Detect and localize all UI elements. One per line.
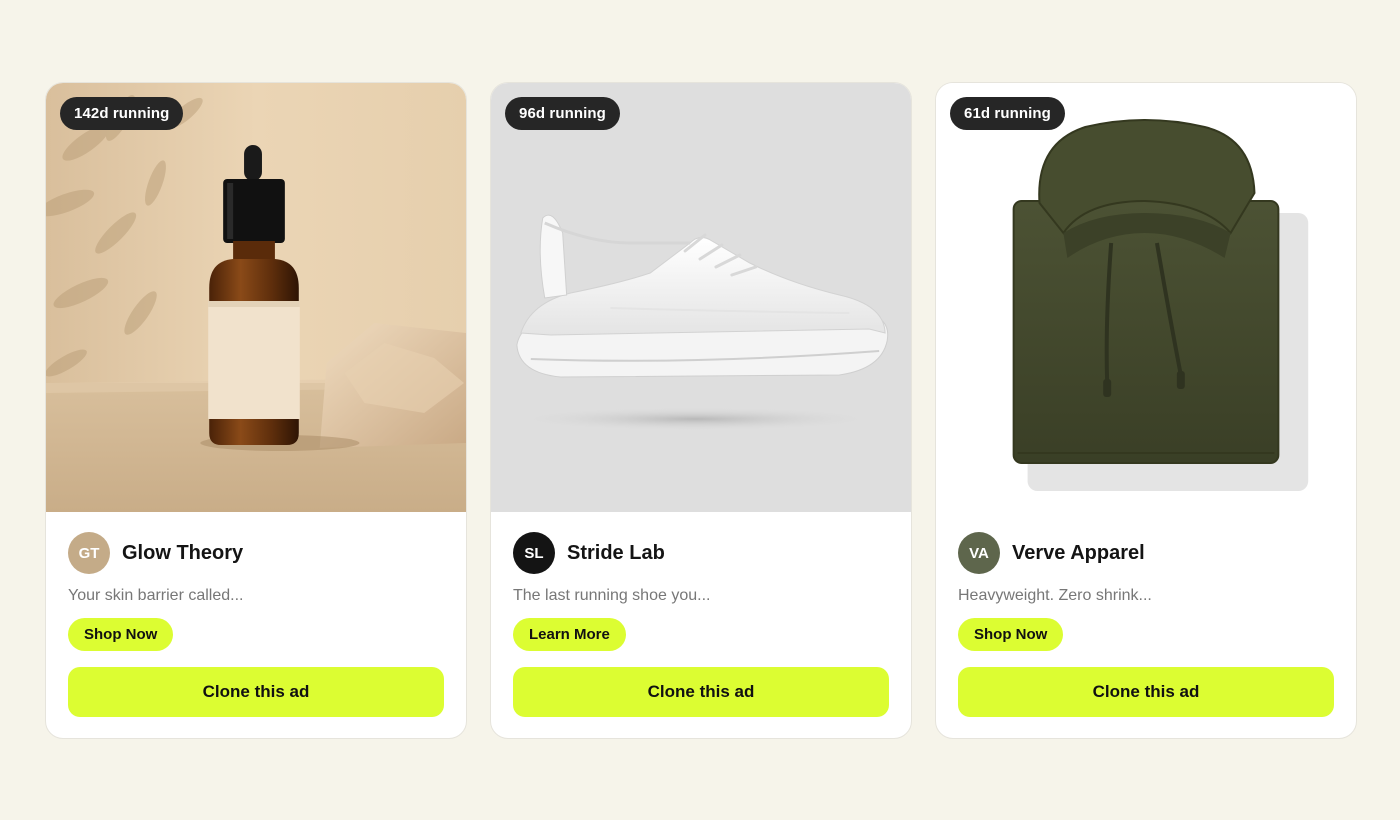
brand-name: Glow Theory xyxy=(122,541,244,564)
ad-card-grid: 142d running GT Glow Theory Your skin ba… xyxy=(45,82,1357,739)
running-days-badge: 61d running xyxy=(950,97,1065,130)
cta-shop-now-button[interactable]: Shop Now xyxy=(68,618,174,651)
running-days-badge: 142d running xyxy=(60,97,184,130)
ad-card-glow-theory[interactable]: 142d running GT Glow Theory Your skin ba… xyxy=(45,82,467,739)
ad-image-folded-hoodie: 61d running xyxy=(936,83,1356,512)
brand-row: GT Glow Theory xyxy=(68,532,444,574)
ad-image-serum-bottle: 142d running xyxy=(46,83,466,512)
ad-description: Heavyweight. Zero shrink... xyxy=(958,587,1152,604)
brand-avatar: SL xyxy=(513,532,555,574)
running-days-badge: 96d running xyxy=(505,97,620,130)
ad-description: Your skin barrier called... xyxy=(68,587,244,604)
cta-learn-more-button[interactable]: Learn More xyxy=(513,618,626,651)
clone-ad-button[interactable]: Clone this ad xyxy=(68,667,444,717)
brand-name: Stride Lab xyxy=(567,541,665,564)
brand-avatar: VA xyxy=(958,532,1000,574)
ad-image-running-shoe: 96d running xyxy=(491,83,911,512)
running-shoe-image xyxy=(491,83,911,512)
clone-ad-button[interactable]: Clone this ad xyxy=(958,667,1334,717)
brand-row: SL Stride Lab xyxy=(513,532,889,574)
clone-ad-button[interactable]: Clone this ad xyxy=(513,667,889,717)
brand-avatar: GT xyxy=(68,532,110,574)
serum-bottle-image xyxy=(46,83,466,512)
ad-description: The last running shoe you... xyxy=(513,587,711,604)
ad-card-stride-lab[interactable]: 96d running SL Stride Lab The last runni… xyxy=(490,82,912,739)
brand-row: VA Verve Apparel xyxy=(958,532,1334,574)
brand-name: Verve Apparel xyxy=(1012,541,1145,564)
ad-card-verve-apparel[interactable]: 61d running VA Verve Apparel Heavyweight… xyxy=(935,82,1357,739)
folded-hoodie-image xyxy=(936,83,1356,512)
cta-shop-now-button[interactable]: Shop Now xyxy=(958,618,1064,651)
